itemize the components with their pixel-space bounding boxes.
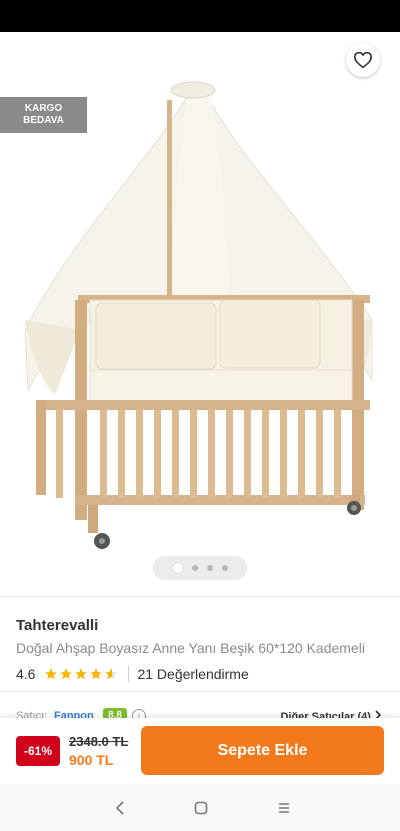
star-icon bbox=[45, 668, 58, 680]
star-icon bbox=[60, 668, 73, 680]
discount-badge: -61% bbox=[16, 736, 60, 766]
nav-recents-button[interactable] bbox=[272, 796, 296, 820]
rating-stars bbox=[44, 667, 118, 681]
pagination-dot[interactable] bbox=[172, 563, 183, 573]
badge-line-2: BEDAVA bbox=[23, 115, 64, 126]
divider bbox=[0, 596, 400, 597]
favorite-button[interactable] bbox=[346, 43, 380, 77]
pagination-dot[interactable] bbox=[206, 565, 213, 571]
share-icon bbox=[301, 50, 319, 70]
add-to-cart-button[interactable]: Sepete Ekle bbox=[141, 726, 384, 775]
current-price: 900 TL bbox=[69, 752, 114, 768]
badge-line-1: KARGO bbox=[24, 103, 63, 114]
nav-home-button[interactable] bbox=[189, 796, 213, 820]
free-shipping-badge: KARGO BEDAVA bbox=[0, 97, 87, 133]
arrow-left-icon bbox=[22, 51, 42, 69]
rating-value: 4.6 bbox=[16, 666, 36, 682]
star-icon bbox=[75, 668, 88, 680]
nav-home-icon bbox=[194, 801, 208, 815]
back-button[interactable] bbox=[16, 44, 48, 76]
system-navigation-bar bbox=[0, 784, 400, 831]
review-count[interactable]: 21 Değerlendirme bbox=[137, 666, 248, 682]
nav-back-button[interactable] bbox=[108, 796, 132, 820]
star-icon bbox=[90, 668, 103, 680]
gallery-pagination[interactable] bbox=[153, 556, 247, 580]
share-button[interactable] bbox=[294, 44, 326, 76]
product-brand[interactable]: Tahterevalli bbox=[16, 617, 98, 634]
heart-outline-icon bbox=[354, 51, 372, 69]
old-price: 2348.0 TL bbox=[69, 734, 129, 749]
divider bbox=[0, 691, 400, 692]
product-name: Doğal Ahşap Boyasız Anne Yanı Beşik 60*1… bbox=[16, 640, 365, 656]
pagination-dot[interactable] bbox=[191, 565, 198, 571]
star-half-icon bbox=[105, 668, 118, 680]
status-bar bbox=[0, 0, 400, 32]
rating-row[interactable]: 4.6 21 Değerlendirme bbox=[16, 665, 249, 683]
rating-divider bbox=[128, 666, 130, 682]
add-to-cart-label: Sepete Ekle bbox=[217, 741, 308, 759]
pagination-dot[interactable] bbox=[221, 565, 228, 571]
nav-recents-icon bbox=[279, 803, 289, 813]
nav-back-icon bbox=[115, 801, 124, 815]
